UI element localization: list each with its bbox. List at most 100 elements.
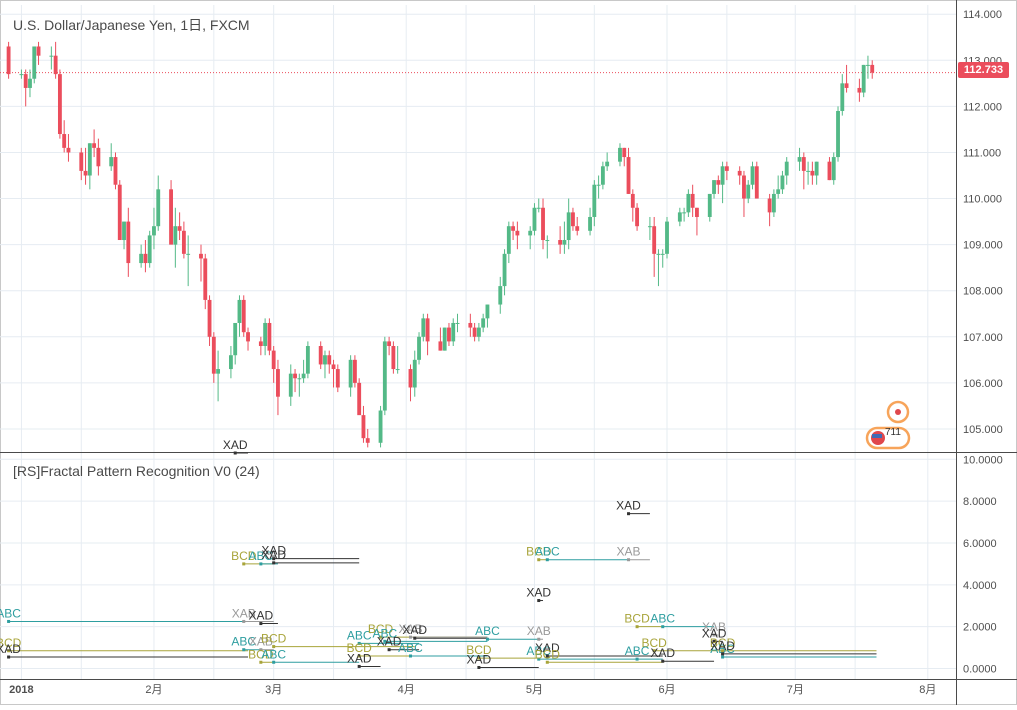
candle-body — [438, 341, 443, 351]
candle-body — [498, 286, 503, 305]
last-price-tag: 112.733 — [958, 62, 1009, 78]
logo-text: 711 — [885, 427, 901, 438]
candle-body — [707, 193, 712, 217]
candle-body — [656, 253, 661, 255]
candle — [391, 341, 396, 374]
candle-body — [742, 175, 746, 199]
candle-body — [352, 359, 357, 383]
candle-body — [62, 134, 67, 148]
candle-body — [143, 253, 148, 264]
x-tick-label: 3月 — [265, 684, 282, 696]
candle-body — [233, 322, 238, 356]
candle-body — [472, 327, 477, 337]
candle-body — [750, 166, 755, 185]
candle-body — [263, 322, 268, 347]
candle — [57, 69, 62, 139]
pattern-label: XAD — [467, 652, 492, 666]
candle — [241, 295, 246, 337]
y-tick-label: 108.000 — [963, 286, 1003, 298]
candle-body — [246, 332, 250, 342]
candle-body — [605, 161, 610, 167]
pattern-label: XAD — [526, 586, 551, 600]
candle-body — [797, 157, 802, 162]
candle-body — [276, 369, 280, 397]
candle — [147, 230, 152, 268]
candle-body — [271, 350, 276, 370]
candle-body — [562, 240, 567, 245]
pattern-label: XAD — [249, 609, 274, 623]
candle-body — [305, 346, 310, 374]
candle-body — [96, 147, 101, 167]
candle-body — [468, 322, 473, 328]
y-tick-label: 0.0000 — [963, 664, 997, 676]
candle-body — [122, 221, 126, 241]
candle-body — [442, 327, 447, 351]
candle-body — [558, 240, 563, 245]
candle-body — [169, 189, 173, 245]
candle-body — [502, 253, 507, 287]
candle-body — [323, 355, 327, 365]
pattern-label: XAD — [261, 548, 286, 562]
candle-body — [566, 212, 571, 241]
candle-body — [716, 180, 721, 185]
tradingview-badge-icon[interactable]: 711 — [862, 400, 912, 452]
candle-body — [66, 147, 71, 153]
candle-body — [92, 143, 97, 148]
candle-body — [357, 382, 362, 416]
candle-body — [801, 157, 806, 171]
candle-body — [571, 212, 575, 227]
pattern-label: BCD — [261, 632, 287, 646]
candle-body — [421, 318, 426, 337]
candle-body — [686, 193, 691, 213]
candle-body — [258, 341, 263, 347]
candle-body — [677, 212, 682, 222]
y-tick-label: 105.000 — [963, 424, 1003, 436]
candle-body — [36, 46, 41, 56]
candle-body — [395, 369, 400, 371]
candle-body — [600, 166, 605, 185]
candle — [32, 46, 37, 84]
y-tick-label: 10.0000 — [963, 454, 1003, 466]
candle — [836, 106, 840, 162]
candle-body — [481, 318, 486, 328]
candle — [117, 180, 122, 241]
y-tick-label: 6.0000 — [963, 538, 997, 550]
pattern-label: XAB — [617, 545, 641, 559]
candle-body — [365, 438, 370, 443]
candle-body — [203, 258, 208, 300]
candle-body — [857, 87, 862, 93]
candle-body — [19, 74, 24, 76]
chart-root: 20182月3月4月5月6月7月8月114.000113.000112.0001… — [0, 0, 1017, 705]
candle-body — [476, 327, 481, 337]
candle-body — [536, 207, 541, 209]
candle-body — [754, 166, 759, 199]
candle-body — [378, 410, 383, 443]
pattern-label: ABC — [650, 612, 675, 626]
candle-body — [767, 198, 772, 213]
candle-body — [541, 207, 545, 241]
candle-body — [139, 253, 144, 264]
candle — [357, 378, 362, 416]
x-tick-label: 4月 — [398, 684, 415, 696]
candle-body — [626, 157, 631, 194]
candle-body — [665, 221, 669, 254]
candle — [352, 355, 357, 388]
candle-body — [447, 327, 451, 342]
candle-body — [199, 253, 203, 259]
candle-body — [147, 235, 152, 264]
y-tick-label: 8.0000 — [963, 496, 997, 508]
candle — [532, 203, 537, 236]
candle-body — [318, 346, 323, 365]
candle-body — [866, 64, 870, 66]
candle — [267, 318, 272, 356]
candle — [754, 161, 759, 199]
candle-body — [784, 161, 789, 176]
candle-body — [647, 226, 652, 228]
candle — [6, 41, 11, 79]
candle — [861, 64, 866, 98]
candle-body — [267, 322, 272, 351]
candle-body — [207, 299, 212, 337]
x-tick-label: 5月 — [526, 684, 543, 696]
candle-body — [682, 212, 687, 214]
pattern-label: BCD — [624, 612, 650, 626]
